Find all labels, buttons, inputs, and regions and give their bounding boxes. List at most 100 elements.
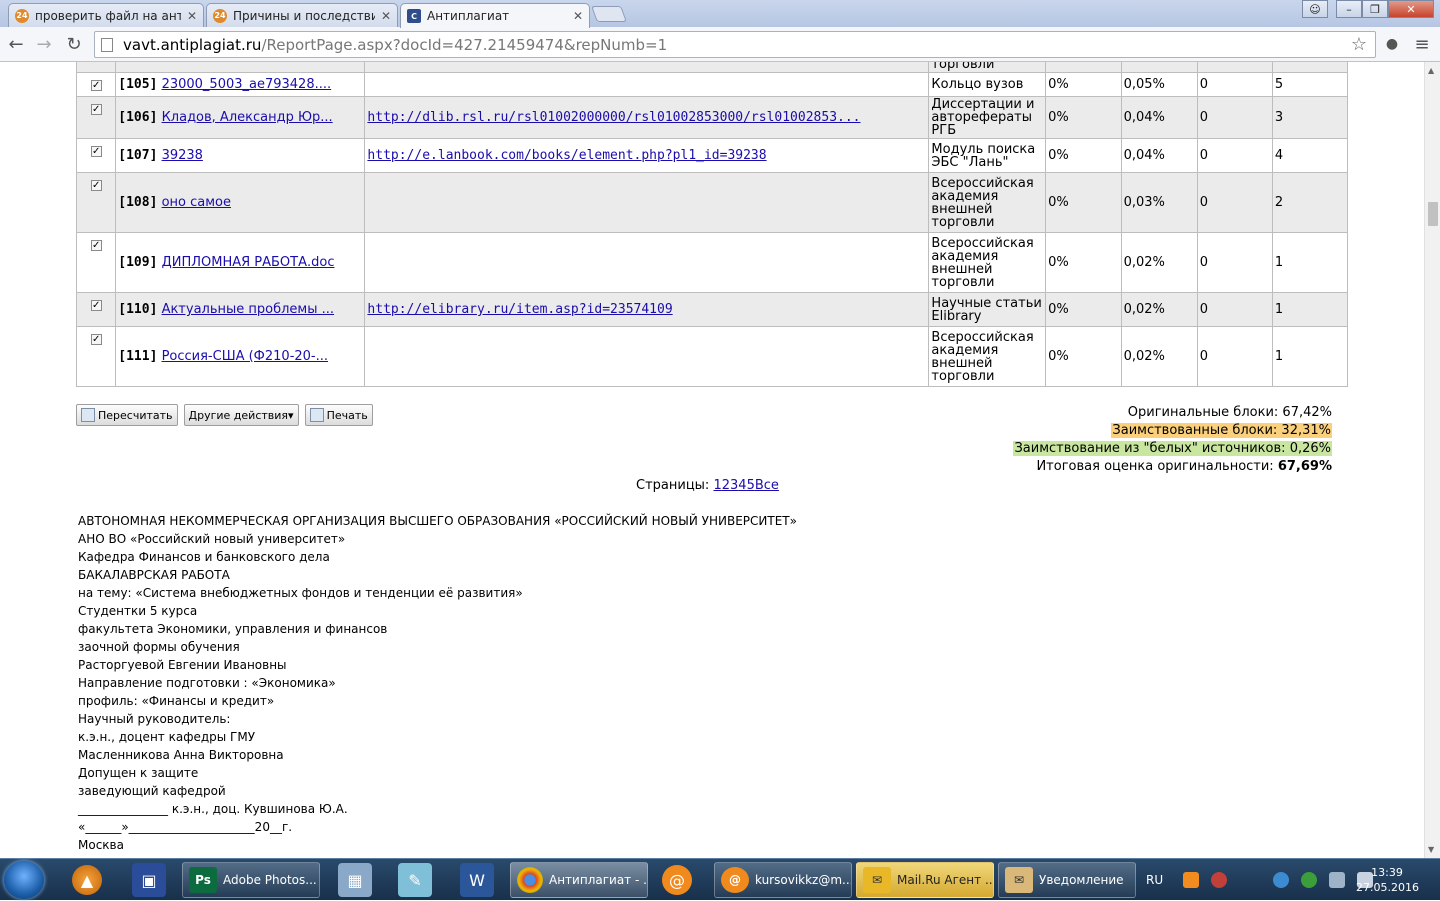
collection-cell: Всероссийская академия внешней торговли: [928, 326, 1047, 387]
row-checkbox[interactable]: ✓: [90, 80, 102, 91]
page-link-all[interactable]: Все: [755, 478, 779, 493]
tray-torrent-icon[interactable]: [1301, 872, 1318, 888]
source-url-link[interactable]: http://elibrary.ru/item.asp?id=23574109: [367, 302, 672, 317]
tab-favicon-icon: 24: [213, 8, 227, 23]
tab-close-icon[interactable]: ✕: [573, 9, 583, 23]
recalc-icon: [81, 408, 95, 422]
count-cell: 4: [1271, 138, 1349, 173]
other-actions-button[interactable]: Другие действия ▾: [183, 404, 299, 426]
tab-favicon-icon: 24: [15, 8, 29, 23]
citations-cell: 0: [1196, 96, 1273, 139]
source-title-link[interactable]: Россия-США (Ф210-20-...: [162, 349, 328, 364]
tab-close-icon[interactable]: ✕: [381, 9, 391, 23]
reload-button[interactable]: ↻: [62, 32, 86, 56]
tray-globe-icon[interactable]: [1273, 872, 1290, 888]
table-row: ✓ [108] оно самое Всероссийская академия в…: [75, 172, 1349, 233]
document-text: АВТОНОМНАЯ НЕКОММЕРЧЕСКАЯ ОРГАНИЗАЦИЯ ВЫ…: [78, 512, 797, 858]
block-cell: 0,05%: [1120, 72, 1198, 97]
page-link-1[interactable]: 1: [713, 478, 721, 493]
tray-app-icon[interactable]: [1183, 872, 1200, 888]
collection-cell: Научные статьи Elibrary: [928, 292, 1047, 327]
tab-reasons[interactable]: 24 Причины и последствия ✕: [206, 3, 398, 27]
row-checkbox[interactable]: ✓: [90, 146, 102, 157]
row-checkbox[interactable]: ✓: [90, 104, 102, 115]
row-index: [109]: [118, 255, 158, 270]
stat-total: Итоговая оценка оригинальности: 67,69%: [1036, 459, 1332, 474]
count-cell: 1: [1271, 232, 1349, 293]
recalc-button[interactable]: Пересчитать: [76, 404, 178, 426]
source-title-link[interactable]: оно самое: [162, 195, 231, 210]
page-link-2[interactable]: 2: [722, 478, 730, 493]
scroll-thumb[interactable]: [1428, 202, 1438, 226]
scroll-up-icon[interactable]: ▲: [1428, 66, 1434, 75]
source-title-link[interactable]: Кладов, Александр Юр...: [162, 110, 333, 125]
document-line: АНО ВО «Российский новый университет»: [78, 532, 346, 546]
taskbar-task-mail[interactable]: @ kursovikkz@m...: [714, 862, 852, 898]
close-window-button[interactable]: ✕: [1388, 0, 1434, 18]
menu-icon[interactable]: ≡: [1410, 32, 1434, 56]
tab-close-icon[interactable]: ✕: [187, 9, 197, 23]
user-profile-button[interactable]: ☺: [1302, 0, 1328, 18]
mail-icon: @: [721, 867, 749, 893]
extension-icon[interactable]: ●: [1380, 32, 1404, 56]
source-title-link[interactable]: ДИПЛОМНАЯ РАБОТА.doc: [162, 255, 335, 270]
print-button[interactable]: Печать: [304, 404, 373, 426]
tab-check-file[interactable]: 24 проверить файл на анти ✕: [8, 3, 204, 27]
new-tab-button[interactable]: [591, 6, 627, 22]
citations-cell: 0: [1196, 326, 1273, 387]
row-checkbox[interactable]: ✓: [90, 240, 102, 251]
mail-at-icon[interactable]: @: [662, 865, 692, 895]
word-icon[interactable]: W: [460, 863, 494, 897]
taskbar-task-notification[interactable]: ✉ Уведомление: [998, 862, 1136, 898]
taskbar-task-mail-agent[interactable]: ✉ Mail.Ru Агент ...: [856, 862, 994, 898]
stat-original: Оригинальные блоки: 67,42%: [1127, 405, 1332, 420]
avast-icon[interactable]: ▲: [72, 865, 102, 895]
document-line: на тему: «Система внебюджетных фондов и …: [78, 586, 523, 600]
source-title-link[interactable]: 39238: [162, 148, 203, 163]
save-floppy-icon[interactable]: ▣: [132, 863, 166, 897]
bookmark-star-icon[interactable]: ☆: [1351, 34, 1367, 55]
page-link-4[interactable]: 4: [738, 478, 746, 493]
share-cell: 0%: [1045, 172, 1122, 233]
document-line: БАКАЛАВРСКАЯ РАБОТА: [78, 568, 230, 582]
table-row: торговли: [75, 62, 1349, 73]
page-link-5[interactable]: 5: [747, 478, 755, 493]
row-checkbox[interactable]: ✓: [90, 180, 102, 191]
source-title-link[interactable]: Актуальные проблемы ...: [162, 302, 334, 317]
tray-network-icon[interactable]: [1329, 872, 1346, 888]
document-line: к.э.н., доцент кафедры ГМУ: [78, 730, 256, 744]
recalc-label: Пересчитать: [98, 408, 173, 422]
language-indicator[interactable]: RU: [1146, 873, 1163, 887]
tray-flower-icon[interactable]: [1211, 872, 1228, 888]
source-url-link[interactable]: http://e.lanbook.com/books/element.php?p…: [367, 148, 766, 163]
minimize-button[interactable]: –: [1336, 0, 1362, 18]
source-url-link[interactable]: http://dlib.rsl.ru/rsl01002000000/rsl010…: [367, 110, 860, 125]
maximize-button[interactable]: ❐: [1362, 0, 1388, 18]
citations-cell: 0: [1196, 232, 1273, 293]
back-button[interactable]: ←: [4, 32, 28, 56]
citations-cell: 0: [1196, 72, 1273, 97]
tab-antiplagiat[interactable]: C Антиплагиат ✕: [400, 3, 590, 28]
document-line: Масленникова Анна Викторовна: [78, 748, 284, 762]
share-cell: 0%: [1045, 232, 1122, 293]
tab-title: Антиплагиат: [427, 9, 510, 23]
page-scrollbar[interactable]: ▲ ▼: [1424, 62, 1440, 858]
taskbar-task-photoshop[interactable]: Ps Adobe Photos...: [182, 862, 320, 898]
forward-button[interactable]: →: [32, 32, 56, 56]
calculator-icon[interactable]: ▦: [338, 863, 372, 897]
source-title-link[interactable]: 23000_5003_ae793428....: [162, 77, 332, 92]
document-line: _______________ к.э.н., доц. Кувшинова Ю…: [78, 802, 348, 816]
browser-toolbar: ← → ↻ vavt.antiplagiat.ru/ReportPage.asp…: [0, 27, 1440, 62]
taskbar-task-antiplagiat[interactable]: Антиплагиат - ...: [510, 862, 648, 898]
document-line: Москва: [78, 838, 124, 852]
notes-icon[interactable]: ✎: [398, 863, 432, 897]
system-clock[interactable]: 13:39 27.05.2016: [1356, 865, 1419, 895]
address-bar[interactable]: vavt.antiplagiat.ru/ReportPage.aspx?docI…: [94, 31, 1376, 58]
table-row: ✓ [105] 23000_5003_ae793428.... Кольцо вуз…: [75, 72, 1349, 97]
count-cell: 1: [1271, 292, 1349, 327]
row-index: [106]: [118, 110, 158, 125]
row-checkbox[interactable]: ✓: [90, 334, 102, 345]
start-button[interactable]: [4, 861, 44, 899]
row-checkbox[interactable]: ✓: [90, 300, 102, 311]
scroll-down-icon[interactable]: ▼: [1428, 845, 1434, 854]
